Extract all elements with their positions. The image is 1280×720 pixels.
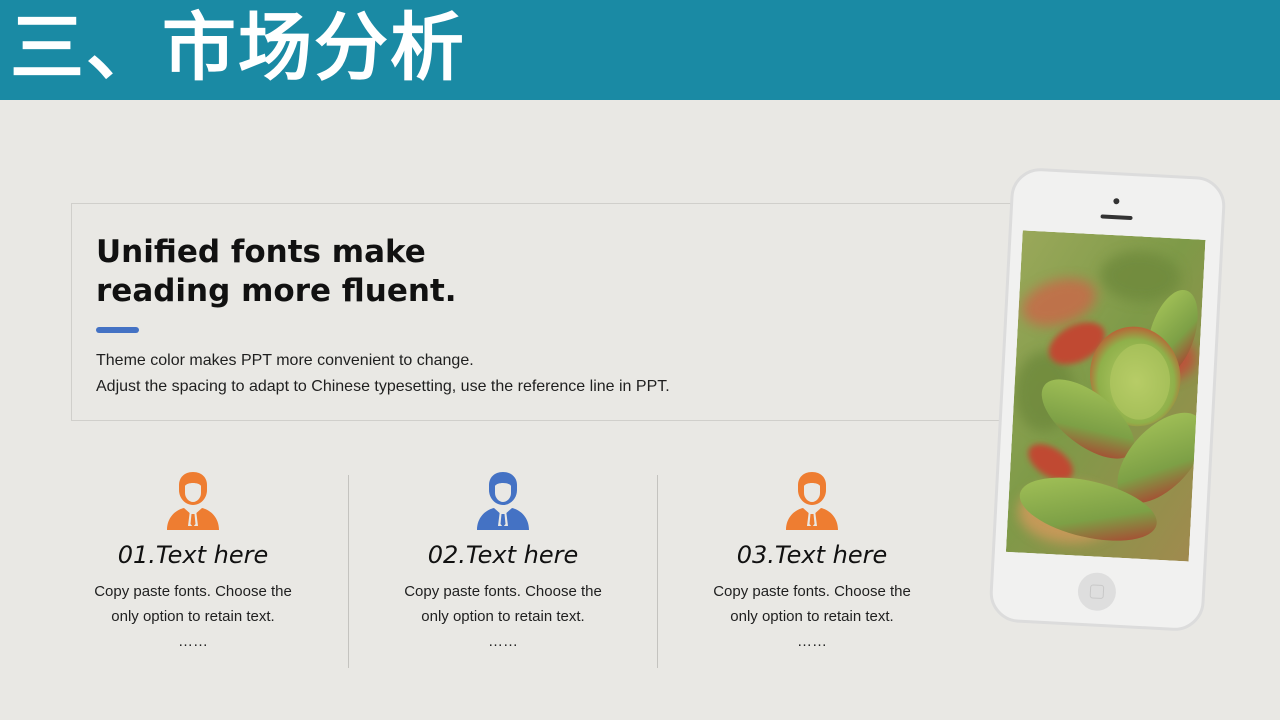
intro-description-line-2: Adjust the spacing to adapt to Chinese t… <box>96 378 670 395</box>
feature-item-3: 03.Text here Copy paste fonts. Choose th… <box>682 470 942 654</box>
succulent-plant-image <box>1005 230 1206 562</box>
feature-description-line: Copy paste fonts. Choose the <box>713 583 911 600</box>
feature-description: Copy paste fonts. Choose the only option… <box>63 579 323 654</box>
feature-item-2: 02.Text here Copy paste fonts. Choose th… <box>373 470 633 654</box>
person-icon <box>167 472 219 530</box>
feature-description: Copy paste fonts. Choose the only option… <box>682 579 942 654</box>
phone-screen <box>1005 230 1206 562</box>
smartphone-mockup <box>988 166 1227 633</box>
person-icon <box>786 472 838 530</box>
feature-ellipsis: …… <box>488 633 518 650</box>
feature-item-1: 01.Text here Copy paste fonts. Choose th… <box>63 470 323 654</box>
feature-description-line: only option to retain text. <box>730 608 894 625</box>
feature-title: 03.Text here <box>736 541 888 569</box>
feature-description-line: only option to retain text. <box>421 608 585 625</box>
feature-ellipsis: …… <box>797 633 827 650</box>
intro-description: Theme color makes PPT more convenient to… <box>96 348 670 400</box>
feature-description-line: Copy paste fonts. Choose the <box>94 583 292 600</box>
feature-description: Copy paste fonts. Choose the only option… <box>373 579 633 654</box>
column-divider-2 <box>657 475 658 668</box>
feature-description-line: only option to retain text. <box>111 608 275 625</box>
column-divider-1 <box>348 475 349 668</box>
page-title: 三、市场分析 <box>10 5 466 91</box>
intro-description-line-1: Theme color makes PPT more convenient to… <box>96 352 474 369</box>
person-icon <box>477 472 529 530</box>
feature-ellipsis: …… <box>178 633 208 650</box>
feature-description-line: Copy paste fonts. Choose the <box>404 583 602 600</box>
header-bar: 三、市场分析 <box>0 0 1280 100</box>
intro-heading-line-1: Unified fonts make <box>96 234 426 270</box>
intro-heading: Unified fonts make reading more fluent. <box>96 233 516 311</box>
accent-bar <box>96 327 139 333</box>
feature-title: 01.Text here <box>117 541 269 569</box>
feature-title: 02.Text here <box>427 541 579 569</box>
intro-heading-line-2: reading more fluent. <box>96 273 457 309</box>
